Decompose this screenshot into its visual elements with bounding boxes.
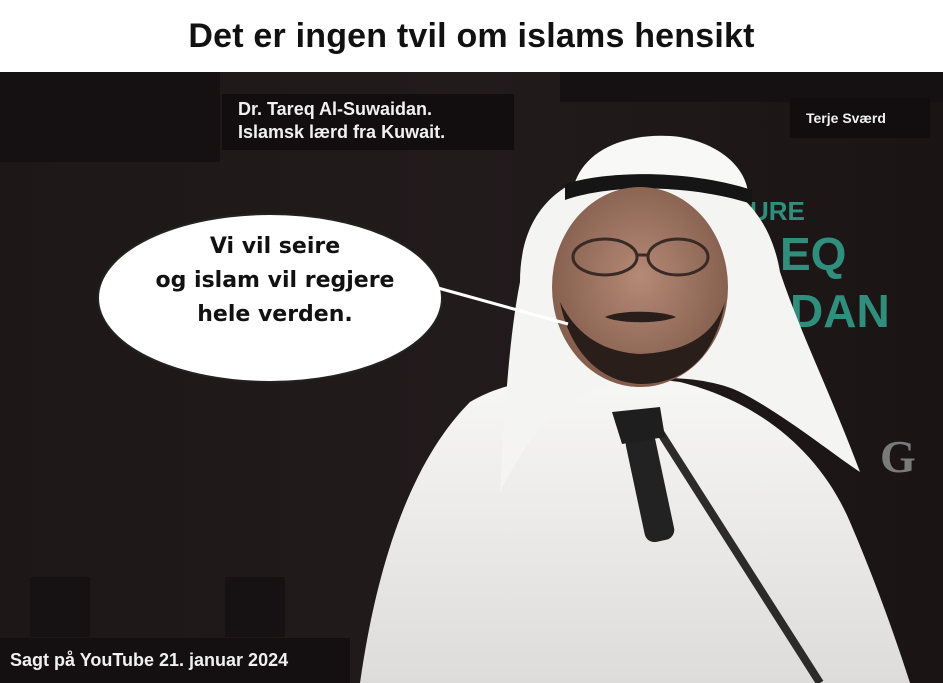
headline-title: Det er ingen tvil om islams hensikt [188,16,755,55]
author-caption: Terje Sværd [790,98,930,138]
background-panel [0,72,220,162]
speech-line: og islam vil regjere [155,268,395,293]
headline-bar: Det er ingen tvil om islams hensikt [0,0,943,72]
backdrop-text: EQ [780,228,846,280]
speaker-name: Dr. Tareq Al-Suwaidan. [238,99,433,119]
speech-line: Vi vil seire [209,234,341,259]
backdrop-text: DAN [790,285,890,337]
source-caption: Sagt på YouTube 21. januar 2024 [0,638,350,683]
video-still: URE EQ DAN G Dr. Tareq Al-Suwaidan. Isla… [0,72,943,683]
background-panel [225,577,285,637]
backdrop-text: G [880,431,916,482]
background-panel [30,577,90,637]
speech-bubble-text: Vi vil seire og islam vil regjere hele v… [120,230,430,332]
author-name: Terje Sværd [806,110,886,126]
speaker-caption: Dr. Tareq Al-Suwaidan. Islamsk lærd fra … [222,94,514,150]
source-text: Sagt på YouTube 21. januar 2024 [10,650,289,670]
speaker-description: Islamsk lærd fra Kuwait. [238,122,446,142]
scene-illustration: URE EQ DAN G [0,72,943,683]
speech-line: hele verden. [197,302,353,327]
